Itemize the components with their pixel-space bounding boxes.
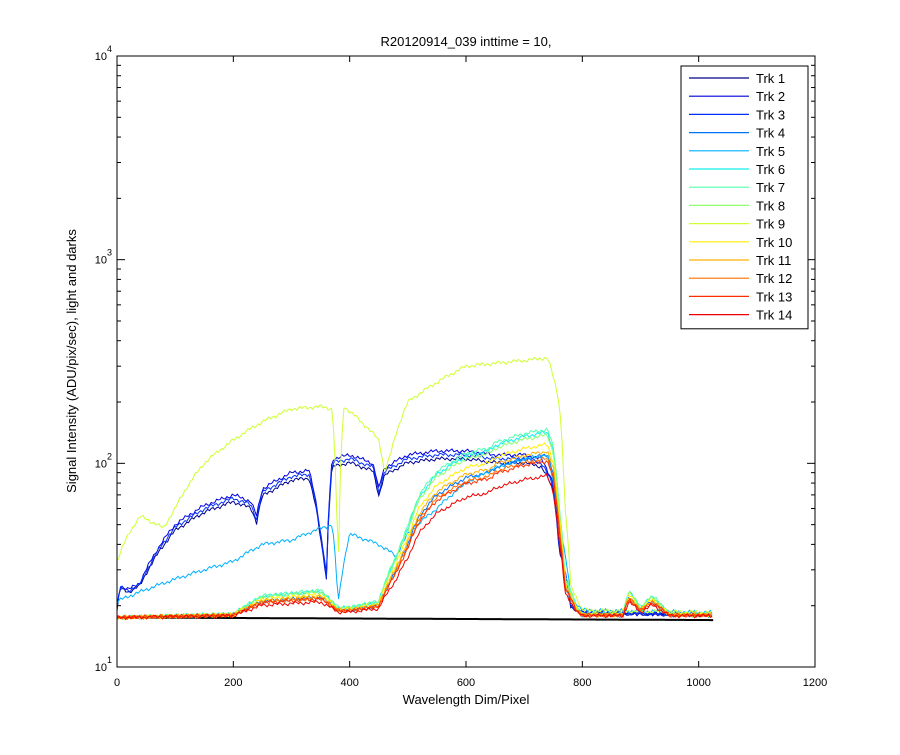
legend-label: Trk 14 xyxy=(756,308,792,323)
legend-label: Trk 1 xyxy=(756,71,785,86)
x-tick-label: 200 xyxy=(224,677,242,689)
legend-label: Trk 11 xyxy=(756,253,791,268)
legend: Trk 1 Trk 2 Trk 3 Trk 4 Trk 5 Trk 6 Trk 7 Trk 8… xyxy=(680,65,809,330)
x-tick-label: 1000 xyxy=(686,677,710,689)
legend-label: Trk 5 xyxy=(756,144,785,159)
legend-label: Trk 9 xyxy=(756,217,785,232)
legend-label: Trk 13 xyxy=(756,289,792,304)
y-tick-label: 101 xyxy=(95,655,112,674)
y-tick-label: 103 xyxy=(95,248,112,267)
y-tick-label: 102 xyxy=(95,451,112,470)
legend-label: Trk 10 xyxy=(756,235,792,250)
legend-label: Trk 7 xyxy=(756,180,785,195)
legend-label: Trk 3 xyxy=(756,107,785,122)
x-tick-label: 1200 xyxy=(803,677,827,689)
chart-title: R20120914_039 inttime = 10, xyxy=(381,34,552,49)
x-tick-label: 0 xyxy=(114,677,120,689)
legend-label: Trk 6 xyxy=(756,162,785,177)
chart-svg: 0 200 400 600 800 1000 1200 101 102 103 104 R2012… xyxy=(64,34,827,707)
y-tick-label: 104 xyxy=(95,44,112,63)
x-tick-label: 400 xyxy=(340,677,358,689)
legend-label: Trk 2 xyxy=(756,89,785,104)
y-axis-label: Signal Intensity (ADU/pix/sec), light an… xyxy=(64,229,79,493)
x-tick-label: 600 xyxy=(457,677,475,689)
legend-label: Trk 8 xyxy=(756,198,785,213)
x-tick-label: 800 xyxy=(573,677,591,689)
figure: 0 200 400 600 800 1000 1200 101 102 103 104 R2012… xyxy=(0,0,900,750)
x-axis-label: Wavelength Dim/Pixel xyxy=(403,692,530,707)
legend-label: Trk 4 xyxy=(756,126,785,141)
legend-label: Trk 12 xyxy=(756,271,792,286)
